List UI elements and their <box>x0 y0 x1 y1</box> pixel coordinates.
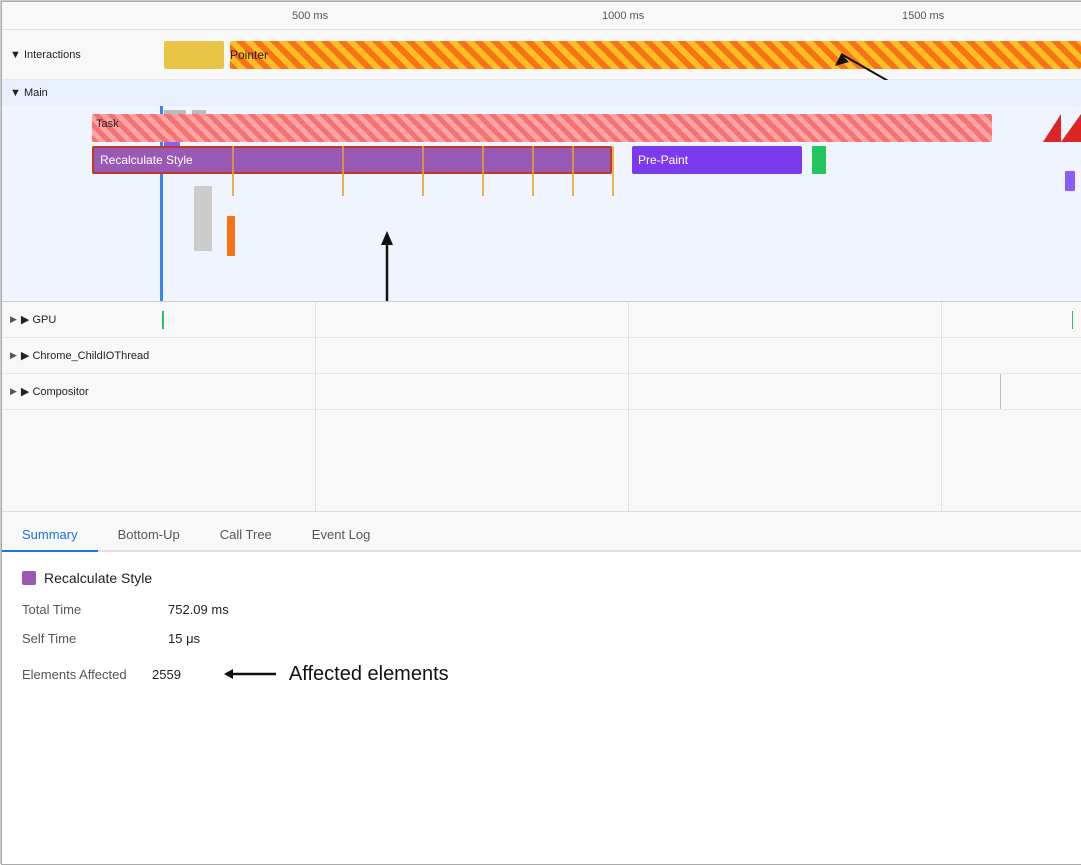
tabs-bar: Summary Bottom-Up Call Tree Event Log <box>2 512 1081 552</box>
gpu-text: ▶ GPU <box>21 313 56 326</box>
affected-annotation-text: Affected elements <box>289 663 449 686</box>
tab-calltree[interactable]: Call Tree <box>200 519 292 552</box>
self-time-row: Self Time 15 μs <box>22 631 1061 646</box>
total-time-val: 752.09 ms <box>168 602 229 617</box>
vtick-3 <box>422 146 424 196</box>
recalc-bar[interactable]: Recalculate Style <box>92 146 612 174</box>
main-header-row: ▼ Main <box>2 80 1081 106</box>
main-label: ▼ Main <box>2 87 162 99</box>
tab-summary[interactable]: Summary <box>2 519 98 552</box>
childio-text: ▶ Chrome_ChildIOThread <box>21 349 149 362</box>
interactions-row: ▼ Interactions Pointer <box>2 30 1081 80</box>
tick-500: 500 ms <box>292 10 328 22</box>
summary-content: Recalculate Style Total Time 752.09 ms S… <box>2 552 1081 865</box>
tab-eventlog[interactable]: Event Log <box>292 519 391 552</box>
green-bar-prepaint <box>812 146 826 174</box>
gpu-green-left <box>162 311 164 329</box>
compositor-text: ▶ Compositor <box>21 385 89 398</box>
compositor-row: ▶ ▶ Compositor <box>2 374 1081 410</box>
gpu-label: ▶ ▶ GPU <box>2 313 162 326</box>
compositor-label: ▶ ▶ Compositor <box>2 385 162 398</box>
vtick-7 <box>612 146 614 196</box>
childio-triangle: ▶ <box>10 350 17 361</box>
purple-mini-right <box>1065 171 1075 191</box>
gpu-row: ▶ ▶ GPU <box>2 302 1081 338</box>
tick-1500: 1500 ms <box>902 10 944 22</box>
top-panel: 500 ms 1000 ms 1500 ms ▼ Interactions Po… <box>2 2 1081 512</box>
bottom-panel: Summary Bottom-Up Call Tree Event Log Re… <box>2 512 1081 865</box>
selected-task-annotation: Selected rendering task <box>242 221 542 301</box>
gpu-green-right <box>1072 311 1074 329</box>
total-time-row: Total Time 752.09 ms <box>22 602 1061 617</box>
vtick-1 <box>232 146 234 196</box>
compositor-separator <box>1000 374 1001 409</box>
selected-task-arrow-svg: Selected rendering task <box>242 221 542 301</box>
elements-val: 2559 <box>152 667 181 682</box>
interactions-label: ▼ Interactions <box>2 49 162 61</box>
vtick-6 <box>572 146 574 196</box>
summary-title-row: Recalculate Style <box>22 570 1061 586</box>
gpu-content <box>162 302 1081 337</box>
childio-content <box>162 338 1081 373</box>
timeline-header: 500 ms 1000 ms 1500 ms <box>2 2 1081 30</box>
main-tracks: Task Recalculate Style Pre-Paint <box>2 106 1081 301</box>
affected-arrow-svg <box>221 660 281 688</box>
gray-sub-bar <box>194 186 212 251</box>
elements-affected-row: Elements Affected 2559 Affected elements <box>22 660 1061 688</box>
childio-label: ▶ ▶ Chrome_ChildIOThread <box>2 349 162 362</box>
tab-bottomup[interactable]: Bottom-Up <box>98 519 200 552</box>
elements-key: Elements Affected <box>22 667 152 682</box>
main-section: ▼ Main Task Recalculate Style <box>2 80 1081 302</box>
childio-row: ▶ ▶ Chrome_ChildIOThread <box>2 338 1081 374</box>
orange-sub-bar <box>227 216 235 256</box>
self-time-val: 15 μs <box>168 631 200 646</box>
pointer-yellow-block <box>164 41 224 69</box>
task-red-corner2 <box>1043 114 1061 142</box>
vtick-4 <box>482 146 484 196</box>
vtick-2 <box>342 146 344 196</box>
compositor-content <box>162 374 1081 409</box>
gpu-triangle: ▶ <box>10 314 17 325</box>
interactions-timeline: Pointer <box>162 30 1081 79</box>
recalc-label: Recalculate Style <box>100 153 193 167</box>
compositor-triangle: ▶ <box>10 386 17 397</box>
orange-hatch-interaction <box>230 41 1081 69</box>
prepaint-label: Pre-Paint <box>638 153 688 167</box>
prepaint-bar[interactable]: Pre-Paint <box>632 146 802 174</box>
total-time-key: Total Time <box>22 602 152 617</box>
purple-color-icon <box>22 571 36 585</box>
pointer-label: Pointer <box>230 48 268 62</box>
summary-title-text: Recalculate Style <box>44 570 152 586</box>
task-label: Task <box>96 118 119 130</box>
task-bar <box>92 114 992 142</box>
tick-1000: 1000 ms <box>602 10 644 22</box>
affected-annotation: Affected elements <box>221 660 449 688</box>
self-time-key: Self Time <box>22 631 152 646</box>
app-container: 500 ms 1000 ms 1500 ms ▼ Interactions Po… <box>1 1 1081 865</box>
vtick-5 <box>532 146 534 196</box>
task-red-corner <box>1061 114 1081 142</box>
